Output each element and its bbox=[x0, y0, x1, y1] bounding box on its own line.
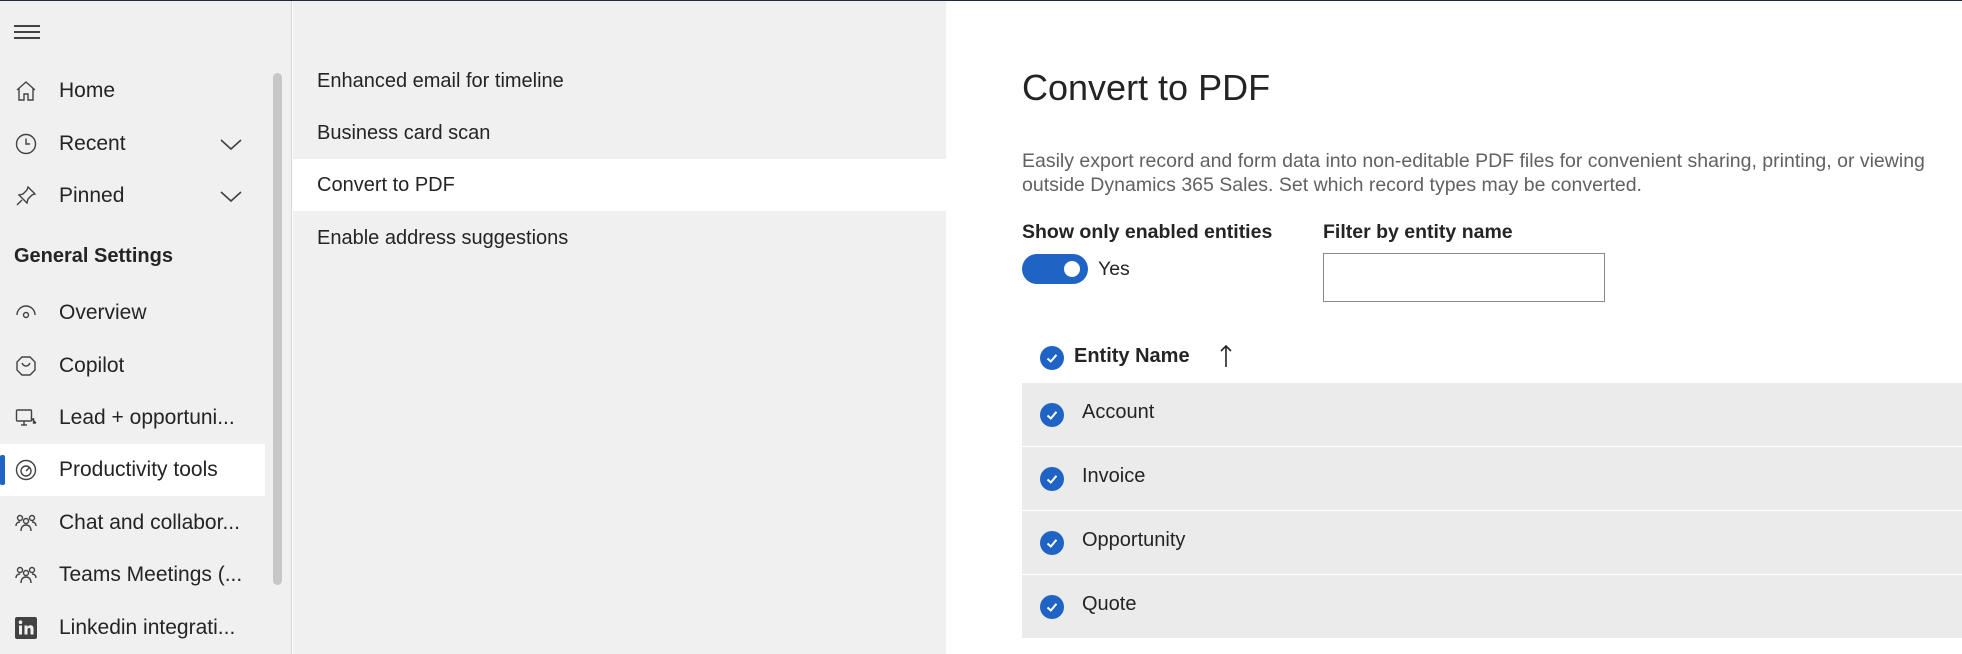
row-checkbox[interactable] bbox=[1040, 531, 1064, 555]
selected-indicator bbox=[0, 455, 5, 485]
checkmark-icon bbox=[1046, 354, 1058, 363]
overview-icon bbox=[16, 305, 36, 319]
nav-item-label: Overview bbox=[59, 301, 147, 324]
nav-scrollbar[interactable] bbox=[273, 73, 282, 585]
table-row[interactable]: Invoice bbox=[1022, 447, 1962, 511]
filter-label: Filter by entity name bbox=[1323, 221, 1513, 243]
arrow-up-icon[interactable] bbox=[1218, 343, 1234, 369]
submenu-item-convert-to-pdf[interactable]: Convert to PDF bbox=[293, 159, 946, 211]
productivity-tools-submenu: Enhanced email for timeline Business car… bbox=[293, 1, 946, 654]
nav-item-productivity-tools[interactable]: Productivity tools bbox=[0, 444, 265, 496]
nav-item-label: Linkedin integrati... bbox=[59, 616, 236, 639]
submenu-item-business-card-scan[interactable]: Business card scan bbox=[293, 107, 946, 159]
submenu-item-address-suggestions[interactable]: Enable address suggestions bbox=[293, 212, 946, 264]
nav-item-label: Lead + opportuni... bbox=[59, 406, 235, 429]
copilot-icon bbox=[16, 356, 36, 376]
nav-item-overview[interactable]: Overview bbox=[0, 287, 265, 339]
people-icon bbox=[15, 514, 37, 532]
nav-item-label: Home bbox=[59, 79, 116, 102]
toggle-knob bbox=[1064, 261, 1080, 277]
nav-item-label: Pinned bbox=[59, 184, 125, 207]
lead-opportunity-icon bbox=[15, 409, 37, 426]
nav-item-linkedin-integration[interactable]: Linkedin integrati... bbox=[0, 602, 265, 654]
entity-name-cell: Quote bbox=[1082, 593, 1137, 615]
filter-entity-input[interactable] bbox=[1323, 253, 1605, 302]
linkedin-icon bbox=[15, 617, 37, 639]
nav-item-label: Teams Meetings (... bbox=[59, 563, 243, 586]
row-checkbox[interactable] bbox=[1040, 595, 1064, 619]
show-enabled-entities-toggle[interactable] bbox=[1022, 254, 1088, 284]
submenu-item-enhanced-email[interactable]: Enhanced email for timeline bbox=[293, 55, 946, 107]
toggle-label: Show only enabled entities bbox=[1022, 221, 1273, 243]
page-title: Convert to PDF bbox=[1022, 67, 1271, 108]
nav-item-home[interactable]: Home bbox=[0, 65, 265, 117]
column-header-entity-name[interactable]: Entity Name bbox=[1074, 345, 1190, 368]
table-row[interactable]: Opportunity bbox=[1022, 511, 1962, 575]
entity-name-cell: Invoice bbox=[1082, 465, 1146, 487]
chevron-down-icon[interactable] bbox=[219, 188, 243, 204]
row-checkbox[interactable] bbox=[1040, 467, 1064, 491]
chevron-down-icon[interactable] bbox=[219, 136, 243, 152]
clock-icon bbox=[15, 133, 37, 155]
table-row[interactable]: Quote bbox=[1022, 575, 1962, 639]
nav-item-label: Copilot bbox=[59, 354, 125, 377]
table-row[interactable]: Account bbox=[1022, 383, 1962, 447]
checkmark-icon bbox=[1046, 411, 1058, 420]
entity-name-cell: Account bbox=[1082, 401, 1155, 423]
nav-item-label: Recent bbox=[59, 132, 126, 155]
pin-icon bbox=[16, 185, 37, 206]
checkmark-icon bbox=[1046, 539, 1058, 548]
checkmark-icon bbox=[1046, 475, 1058, 484]
entity-grid: Entity Name Account Invoice Opportunity bbox=[1022, 333, 1962, 639]
section-heading-general-settings: General Settings bbox=[14, 245, 173, 267]
convert-to-pdf-panel: Convert to PDF Easily export record and … bbox=[946, 1, 1962, 654]
nav-item-chat-collaboration[interactable]: Chat and collabor... bbox=[0, 497, 265, 549]
grid-header: Entity Name bbox=[1022, 333, 1962, 383]
hamburger-menu-icon[interactable] bbox=[14, 25, 40, 41]
people-icon bbox=[15, 566, 37, 584]
checkmark-icon bbox=[1046, 603, 1058, 612]
site-map-nav: Home Recent Pinned General Settings Over… bbox=[0, 1, 292, 654]
nav-item-copilot[interactable]: Copilot bbox=[0, 340, 265, 392]
home-icon bbox=[16, 81, 36, 101]
nav-item-label: Chat and collabor... bbox=[59, 511, 240, 534]
nav-item-label: Productivity tools bbox=[59, 458, 218, 481]
toggle-value: Yes bbox=[1098, 258, 1130, 280]
nav-item-lead-opportunity[interactable]: Lead + opportuni... bbox=[0, 392, 265, 444]
nav-item-recent[interactable]: Recent bbox=[0, 118, 265, 170]
page-description: Easily export record and form data into … bbox=[1022, 150, 1925, 196]
select-all-checkbox[interactable] bbox=[1040, 346, 1064, 370]
row-checkbox[interactable] bbox=[1040, 403, 1064, 427]
nav-item-teams-meetings[interactable]: Teams Meetings (... bbox=[0, 549, 265, 601]
nav-item-pinned[interactable]: Pinned bbox=[0, 170, 265, 222]
gauge-icon bbox=[15, 459, 37, 481]
entity-name-cell: Opportunity bbox=[1082, 529, 1186, 551]
